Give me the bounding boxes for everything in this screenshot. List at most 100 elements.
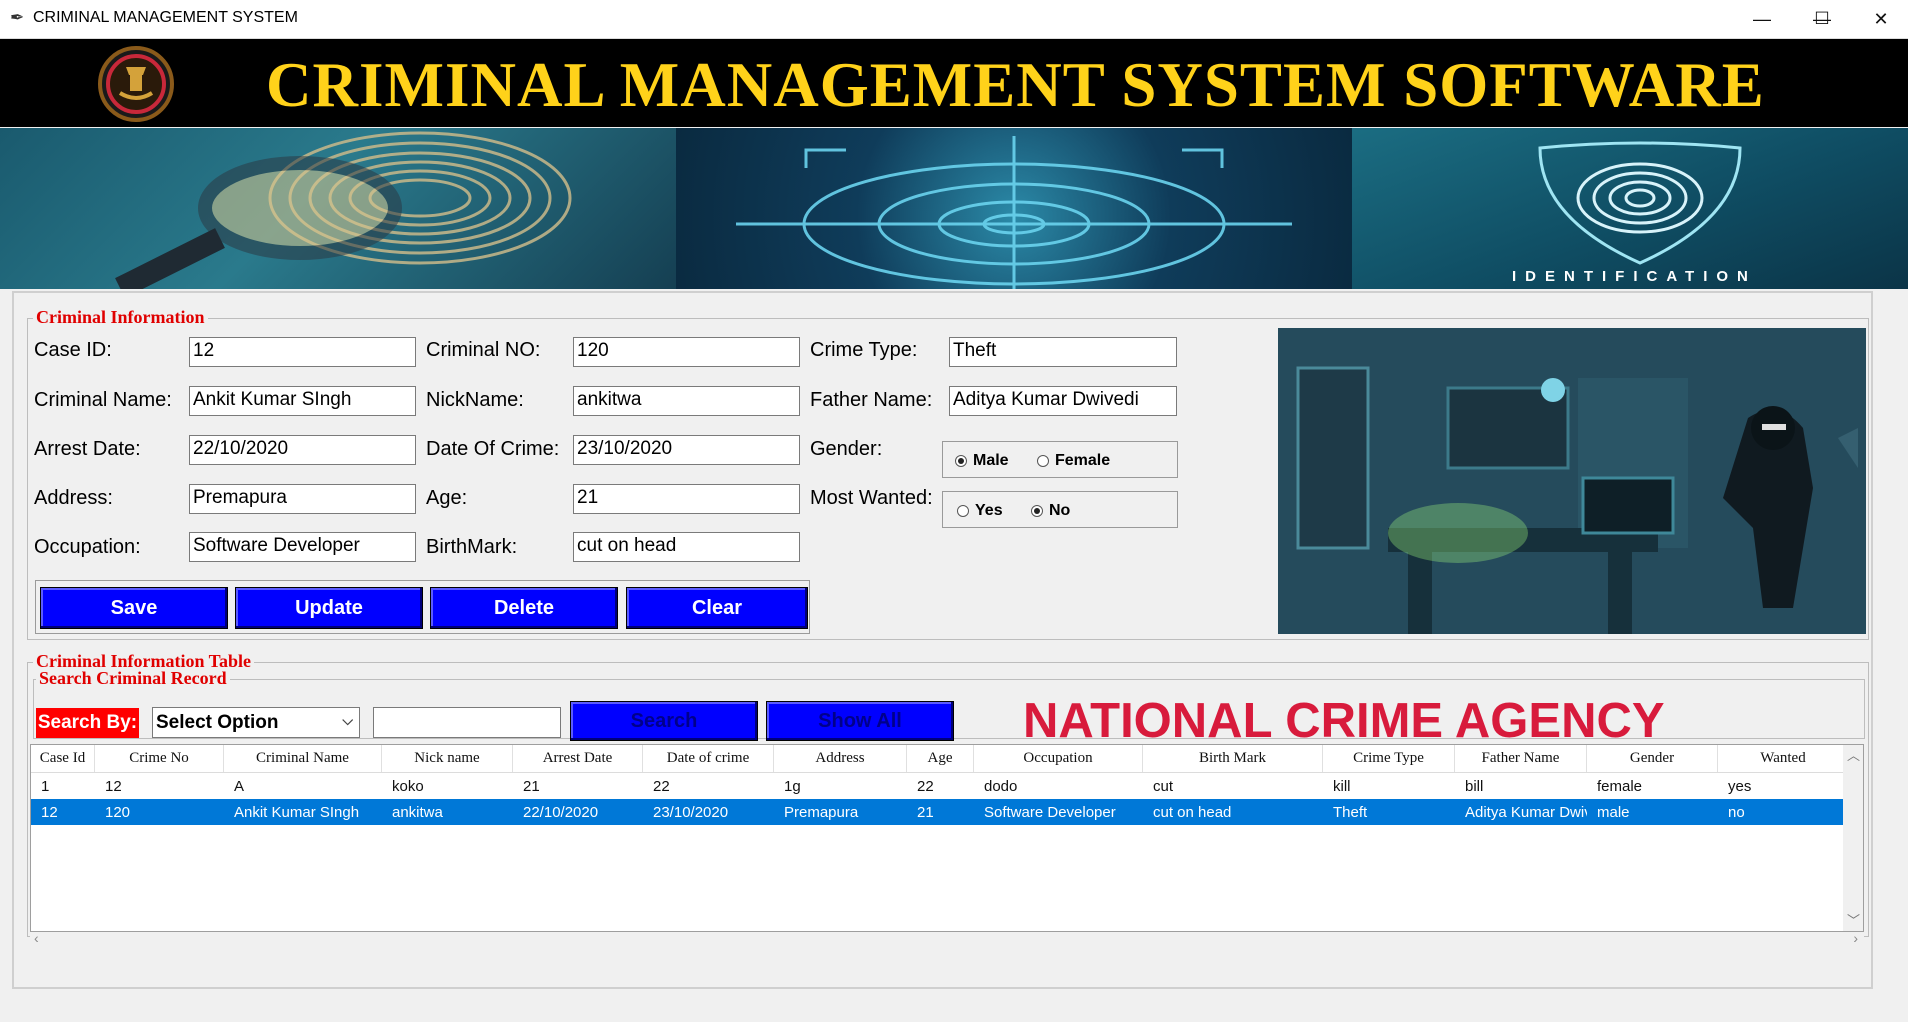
date-of-crime-label: Date Of Crime: [426,438,560,460]
table-row[interactable]: 12 120 Ankit Kumar SIngh ankitwa 22/10/2020 2… [31,799,1863,825]
column-header[interactable]: Address [774,745,907,772]
column-header[interactable]: Wanted [1718,745,1849,772]
table-cell: 120 [105,803,131,821]
table-header: Case Id Crime No Criminal Name Nick name Arr… [31,745,1863,773]
scroll-up-icon[interactable]: ︿ [1847,745,1860,764]
vertical-scrollbar[interactable]: ︿ ﹀ [1843,745,1863,931]
radar-target-image [676,128,1352,289]
horizontal-scrollbar[interactable]: ‹ › [30,930,1864,949]
wanted-yes-radio[interactable]: Yes [957,502,1003,520]
column-header[interactable]: Arrest Date [513,745,643,772]
gender-label: Gender: [810,438,883,460]
table-cell: bill [1465,777,1484,795]
table-cell: A [234,777,245,795]
column-header[interactable]: Age [907,745,974,772]
birthmark-label: BirthMark: [426,536,518,558]
father-name-label: Father Name: [810,389,933,411]
delete-button[interactable]: Delete [430,587,618,629]
column-header[interactable]: Occupation [974,745,1143,772]
column-header[interactable]: Case Id [31,745,95,772]
table-cell: yes [1728,777,1752,795]
table-cell: kill [1333,777,1351,795]
identification-shield-image: IDENTIFICATION [1352,128,1908,289]
gender-female-radio[interactable]: Female [1037,452,1110,470]
close-icon: ✕ [1873,8,1889,29]
arrest-date-field[interactable]: 22/10/2020 [189,435,416,465]
radio-unselected-icon [957,505,969,517]
table-cell: 1 [41,777,50,795]
search-select-value: Select Option [156,711,279,733]
column-header[interactable]: Nick name [382,745,513,772]
father-name-field[interactable]: Aditya Kumar Dwivedi [949,386,1177,416]
age-field[interactable]: 21 [573,484,800,514]
criminal-no-field[interactable]: 120 [573,337,800,367]
table-body: 1 12 Akoko 21 22 1g 22 dodo cut kill bill female yes… [31,773,1863,825]
date-of-crime-field[interactable]: 23/10/2020 [573,435,800,465]
criminal-no-label: Criminal NO: [426,339,541,361]
column-header[interactable]: Father Name [1455,745,1587,772]
column-header[interactable]: Criminal Name [224,745,382,772]
table-cell: dodo [984,777,1018,795]
table-cell: cut on head [1153,803,1232,821]
search-by-select[interactable]: Select Option ⌵ [152,707,360,738]
table-cell: no [1728,803,1745,821]
arrest-date-label: Arrest Date: [34,438,141,460]
nickname-label: NickName: [426,389,524,411]
crime-type-field[interactable]: Theft [949,337,1177,367]
clear-button[interactable]: Clear [626,587,808,629]
most-wanted-radio-group: Yes No [942,491,1178,528]
show-all-button[interactable]: Show All [766,701,954,741]
address-field[interactable]: Premapura [189,484,416,514]
save-button[interactable]: Save [40,587,228,629]
criminal-name-field[interactable]: Ankit Kumar SIngh [189,386,416,416]
scroll-down-icon[interactable]: ﹀ [1847,910,1860,929]
column-header[interactable]: Gender [1587,745,1718,772]
fingerprint-magnifier-image [0,128,676,289]
table-cell: 1g [784,777,801,795]
table-row[interactable]: 1 12 Akoko 21 22 1g 22 dodo cut kill bill female yes [31,773,1863,799]
radio-unselected-icon [1037,455,1049,467]
table-cell: Software Developer [984,803,1116,821]
search-input[interactable] [373,707,561,738]
occupation-field[interactable]: Software Developer [189,532,416,562]
search-button[interactable]: Search [570,701,758,741]
close-button[interactable]: ✕ [1854,0,1908,38]
table-cell: female [1597,777,1643,795]
scroll-left-icon[interactable]: ‹ [34,930,39,946]
update-button[interactable]: Update [235,587,423,629]
radio-selected-icon [1031,505,1043,517]
gender-male-radio[interactable]: Male [955,452,1009,470]
criminal-name-label: Criminal Name: [34,389,172,411]
minimize-button-2[interactable]: — [1735,0,1789,38]
column-header[interactable]: Crime No [95,745,224,772]
maximize-button[interactable]: ☐ [1795,0,1849,38]
table-cell: male [1597,803,1630,821]
gender-radio-group: Male Female [942,441,1178,478]
criminal-information-legend: Criminal Information [33,307,208,328]
column-header[interactable]: Date of crime [643,745,774,772]
criminal-records-table[interactable]: Case Id Crime No Criminal Name Nick name Arr… [30,744,1864,932]
table-cell: 22 [653,777,670,795]
table-cell: Theft [1333,803,1368,821]
table-cell: cut [1153,777,1174,795]
wanted-no-radio[interactable]: No [1031,502,1070,520]
table-cell: ankitwa [392,803,443,821]
search-legend: Search Criminal Record [36,668,230,689]
column-header[interactable]: Crime Type [1323,745,1455,772]
birthmark-field[interactable]: cut on head [573,532,800,562]
table-cell: 22/10/2020 [523,803,599,821]
case-id-field[interactable]: 12 [189,337,416,367]
scroll-right-icon[interactable]: › [1853,930,1858,946]
table-cell: Ankit Kumar SIngh [234,803,360,821]
window-title: CRIMINAL MANAGEMENT SYSTEM [33,9,298,26]
table-cell: koko [392,777,424,795]
table-cell: 12 [105,777,122,795]
criminal-office-illustration [1278,328,1866,634]
table-cell: Premapura [784,803,859,821]
window-titlebar: ✒ CRIMINAL MANAGEMENT SYSTEM — [0,0,1908,39]
table-cell: 22 [917,777,934,795]
address-label: Address: [34,487,113,509]
nickname-field[interactable]: ankitwa [573,386,800,416]
feather-app-icon: ✒ [10,8,25,27]
column-header[interactable]: Birth Mark [1143,745,1323,772]
